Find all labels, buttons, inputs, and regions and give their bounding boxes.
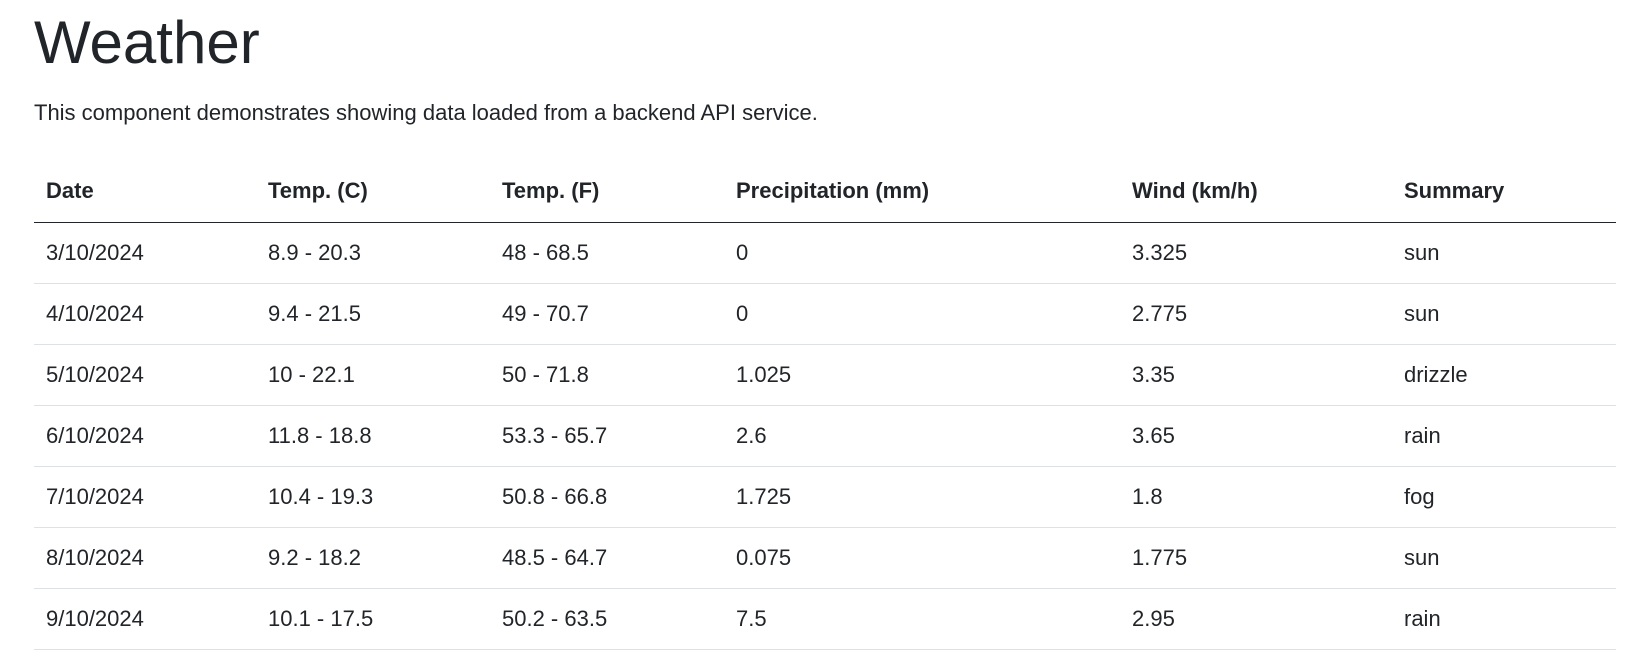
header-row: Date Temp. (C) Temp. (F) Precipitation (… (34, 160, 1616, 223)
weather-table: Date Temp. (C) Temp. (F) Precipitation (… (34, 160, 1616, 650)
cell-wind: 1.8 (1120, 466, 1392, 528)
column-header-temp-f: Temp. (F) (490, 160, 724, 223)
cell-precipitation: 1.025 (724, 344, 1120, 406)
cell-temp-c: 10 - 22.1 (256, 344, 490, 406)
cell-wind: 2.775 (1120, 283, 1392, 345)
column-header-summary: Summary (1392, 160, 1616, 223)
cell-temp-f: 50.2 - 63.5 (490, 588, 724, 650)
table-row: 7/10/2024 10.4 - 19.3 50.8 - 66.8 1.725 … (34, 466, 1616, 528)
cell-wind: 3.325 (1120, 222, 1392, 284)
cell-temp-f: 50.8 - 66.8 (490, 466, 724, 528)
cell-summary: sun (1392, 222, 1616, 284)
table-row: 6/10/2024 11.8 - 18.8 53.3 - 65.7 2.6 3.… (34, 405, 1616, 467)
cell-precipitation: 0.075 (724, 527, 1120, 589)
cell-wind: 3.35 (1120, 344, 1392, 406)
cell-temp-c: 9.4 - 21.5 (256, 283, 490, 345)
cell-temp-c: 11.8 - 18.8 (256, 405, 490, 467)
cell-temp-f: 53.3 - 65.7 (490, 405, 724, 467)
cell-wind: 2.95 (1120, 588, 1392, 650)
cell-date: 4/10/2024 (34, 283, 256, 345)
column-header-wind: Wind (km/h) (1120, 160, 1392, 223)
weather-table-header: Date Temp. (C) Temp. (F) Precipitation (… (34, 160, 1616, 223)
table-row: 4/10/2024 9.4 - 21.5 49 - 70.7 0 2.775 s… (34, 283, 1616, 345)
cell-summary: rain (1392, 588, 1616, 650)
cell-precipitation: 2.6 (724, 405, 1120, 467)
cell-precipitation: 7.5 (724, 588, 1120, 650)
cell-temp-c: 8.9 - 20.3 (256, 222, 490, 284)
weather-page: Weather This component demonstrates show… (0, 0, 1616, 650)
cell-summary: sun (1392, 283, 1616, 345)
column-header-precipitation: Precipitation (mm) (724, 160, 1120, 223)
page-title: Weather (34, 9, 260, 76)
cell-temp-f: 50 - 71.8 (490, 344, 724, 406)
cell-temp-c: 10.1 - 17.5 (256, 588, 490, 650)
table-row: 9/10/2024 10.1 - 17.5 50.2 - 63.5 7.5 2.… (34, 588, 1616, 650)
cell-summary: rain (1392, 405, 1616, 467)
cell-wind: 3.65 (1120, 405, 1392, 467)
cell-precipitation: 1.725 (724, 466, 1120, 528)
cell-date: 3/10/2024 (34, 222, 256, 284)
cell-date: 5/10/2024 (34, 344, 256, 406)
cell-summary: drizzle (1392, 344, 1616, 406)
cell-wind: 1.775 (1120, 527, 1392, 589)
cell-temp-f: 49 - 70.7 (490, 283, 724, 345)
cell-temp-c: 10.4 - 19.3 (256, 466, 490, 528)
cell-summary: sun (1392, 527, 1616, 589)
weather-table-body: 3/10/2024 8.9 - 20.3 48 - 68.5 0 3.325 s… (34, 222, 1616, 650)
column-header-date: Date (34, 160, 256, 223)
cell-precipitation: 0 (724, 222, 1120, 284)
table-row: 5/10/2024 10 - 22.1 50 - 71.8 1.025 3.35… (34, 344, 1616, 406)
cell-date: 8/10/2024 (34, 527, 256, 589)
table-row: 8/10/2024 9.2 - 18.2 48.5 - 64.7 0.075 1… (34, 527, 1616, 589)
cell-summary: fog (1392, 466, 1616, 528)
cell-temp-f: 48 - 68.5 (490, 222, 724, 284)
cell-date: 7/10/2024 (34, 466, 256, 528)
cell-date: 6/10/2024 (34, 405, 256, 467)
cell-precipitation: 0 (724, 283, 1120, 345)
cell-temp-f: 48.5 - 64.7 (490, 527, 724, 589)
cell-date: 9/10/2024 (34, 588, 256, 650)
page-description: This component demonstrates showing data… (34, 100, 818, 125)
cell-temp-c: 9.2 - 18.2 (256, 527, 490, 589)
table-row: 3/10/2024 8.9 - 20.3 48 - 68.5 0 3.325 s… (34, 222, 1616, 284)
column-header-temp-c: Temp. (C) (256, 160, 490, 223)
